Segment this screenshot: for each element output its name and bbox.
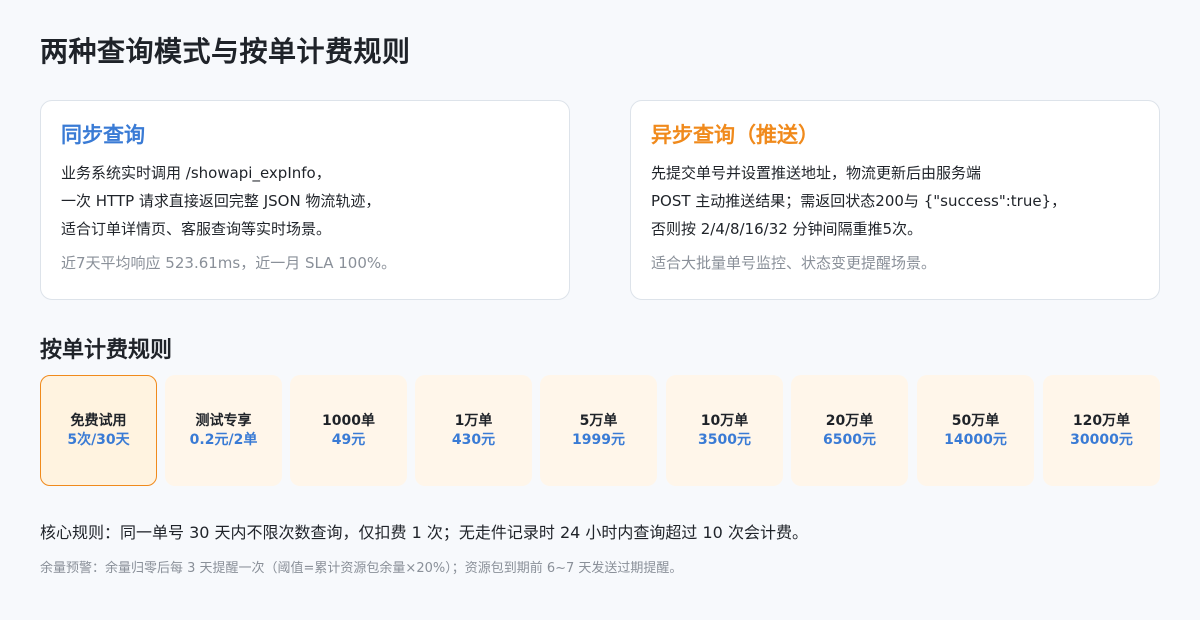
pricing-tier-200k[interactable]: 20万单 6500元 [791,375,908,486]
async-query-note: 适合大批量单号监控、状态变更提醒场景。 [651,254,937,272]
sync-query-note: 近7天平均响应 523.61ms，近一月 SLA 100%。 [61,254,397,272]
tier-name: 120万单 [1072,412,1131,429]
pricing-tier-1200k[interactable]: 120万单 30000元 [1043,375,1160,486]
async-query-card: 异步查询（推送） 先提交单号并设置推送地址，物流更新后由服务端 POST 主动推… [630,100,1160,300]
tier-price: 49元 [331,431,366,448]
tier-price: 14000元 [944,431,1007,448]
sync-query-line: 适合订单详情页、客服查询等实时场景。 [61,220,332,238]
pricing-tier-50k[interactable]: 5万单 1999元 [540,375,657,486]
pricing-tier-1000[interactable]: 1000单 49元 [290,375,407,486]
pricing-tier-test[interactable]: 测试专享 0.2元/2单 [165,375,282,486]
async-query-line: 先提交单号并设置推送地址，物流更新后由服务端 [651,164,982,182]
async-query-line: 否则按 2/4/8/16/32 分钟间隔重推5次。 [651,220,923,238]
sync-query-line: 一次 HTTP 请求直接返回完整 JSON 物流轨迹， [61,192,381,210]
tier-price: 5次/30天 [67,431,130,448]
pricing-tier-free-trial[interactable]: 免费试用 5次/30天 [40,375,157,486]
core-rule-text: 核心规则：同一单号 30 天内不限次数查询，仅扣费 1 次；无走件记录时 24 … [40,523,808,542]
pricing-tier-100k[interactable]: 10万单 3500元 [666,375,783,486]
pricing-tier-list: 免费试用 5次/30天 测试专享 0.2元/2单 1000单 49元 1万单 4… [40,375,1160,486]
pricing-tier-500k[interactable]: 50万单 14000元 [917,375,1034,486]
async-query-line: POST 主动推送结果；需返回状态200与 {"success":true}， [651,192,1067,210]
tier-price: 3500元 [698,431,751,448]
tier-price: 6500元 [823,431,876,448]
sync-query-line: 业务系统实时调用 /showapi_expInfo， [61,164,331,182]
billing-section-title: 按单计费规则 [40,338,173,363]
tier-price: 1999元 [572,431,625,448]
tier-price: 0.2元/2单 [189,431,258,448]
tier-price: 30000元 [1070,431,1133,448]
page-title: 两种查询模式与按单计费规则 [40,35,411,68]
balance-warning-note: 余量预警：余量归零后每 3 天提醒一次（阈值=累计资源包余量×20%）；资源包到… [40,561,683,576]
pricing-tier-10k[interactable]: 1万单 430元 [415,375,532,486]
tier-name: 1000单 [322,412,375,429]
sync-query-title: 同步查询 [61,123,145,147]
tier-name: 测试专享 [195,412,252,429]
async-query-title: 异步查询（推送） [651,123,819,147]
sync-query-card: 同步查询 业务系统实时调用 /showapi_expInfo， 一次 HTTP … [40,100,570,300]
tier-name: 10万单 [700,412,749,429]
tier-name: 50万单 [951,412,1000,429]
tier-name: 免费试用 [70,412,127,429]
tier-price: 430元 [451,431,496,448]
tier-name: 1万单 [454,412,493,429]
tier-name: 5万单 [579,412,618,429]
tier-name: 20万单 [825,412,874,429]
